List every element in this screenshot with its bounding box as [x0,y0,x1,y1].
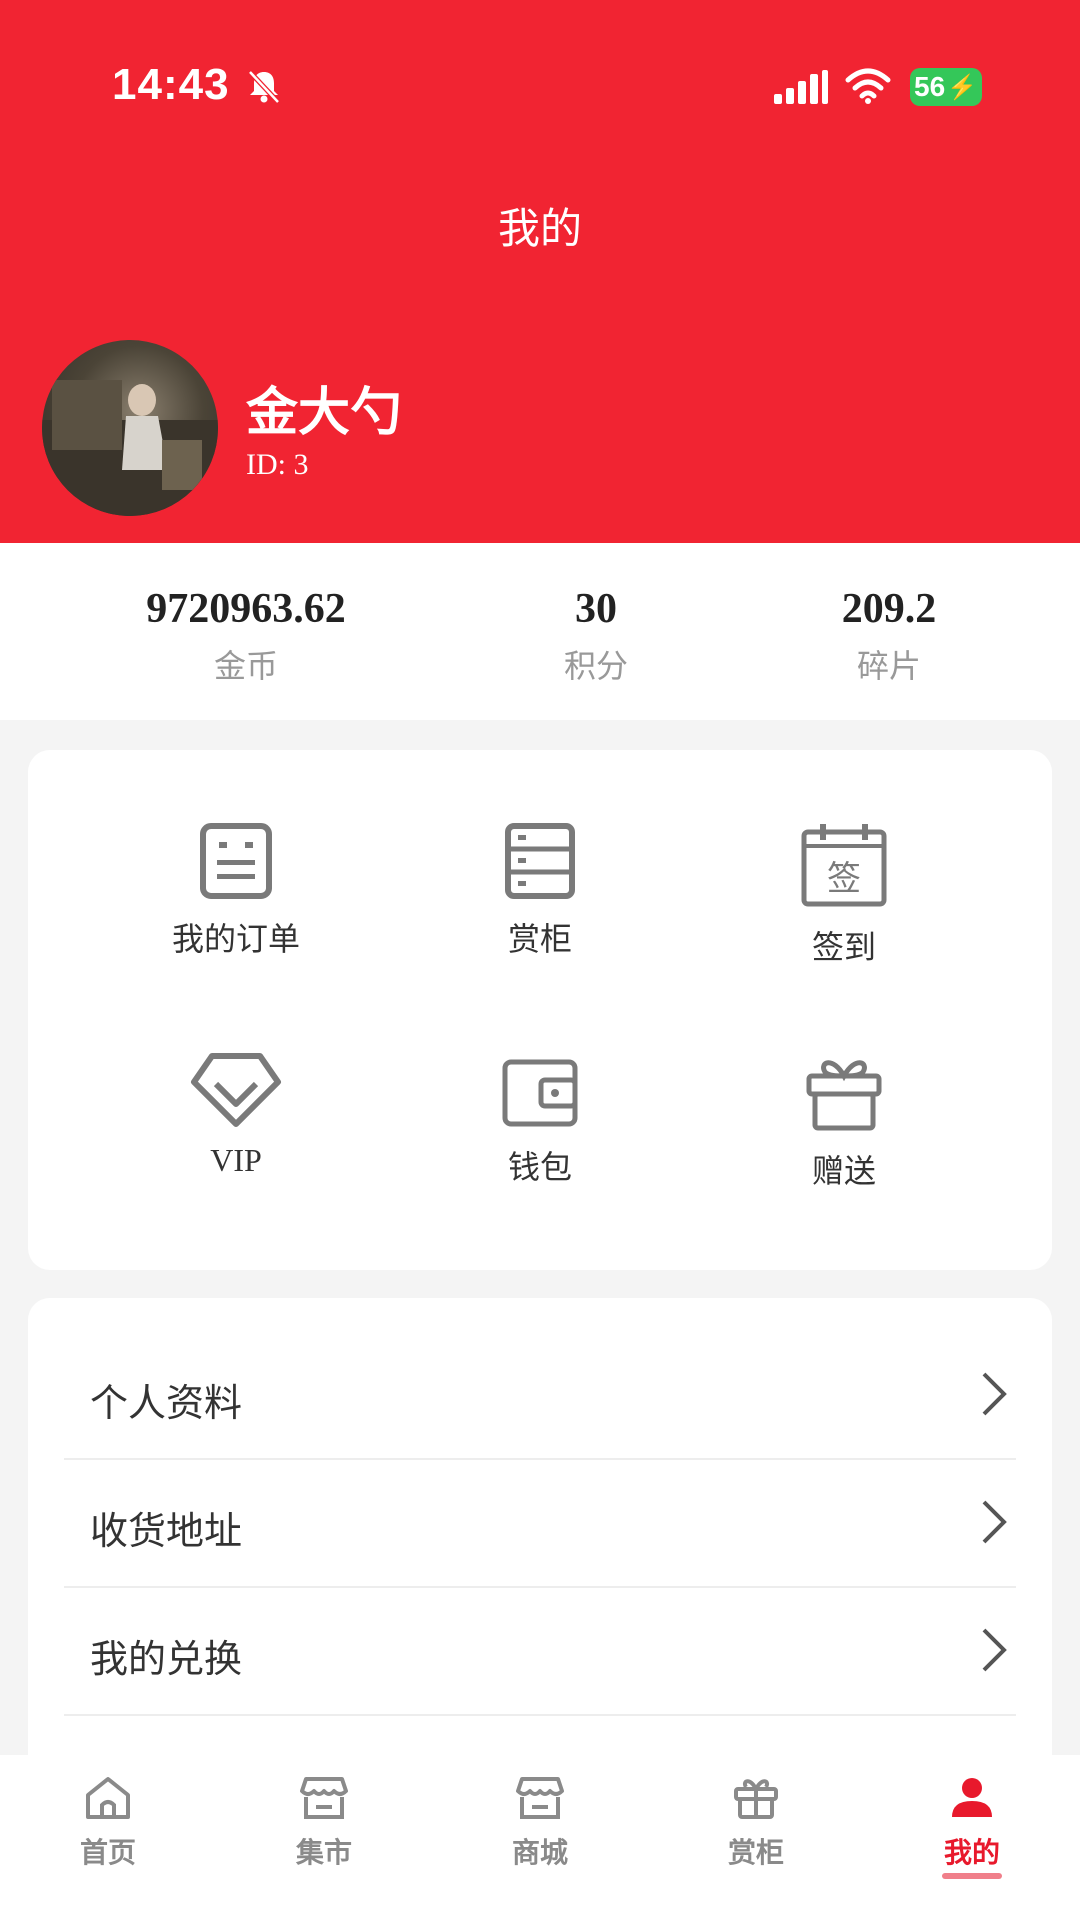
feature-vip[interactable]: VIP [76,1052,396,1179]
mall-icon [516,1777,564,1819]
user-icon [952,1778,992,1817]
feature-cabinet[interactable]: 赏柜 [380,822,700,960]
feature-checkin[interactable]: 签 签到 [684,822,1004,968]
stat-fragments[interactable]: 209.2 碎片 [709,585,1069,687]
chevron-right-icon [982,1372,1007,1416]
profile-header: 14:43 56 ⚡ 我的 金大勺 ID: 3 [0,0,1080,543]
tab-label: 我的 [943,1836,1000,1869]
tab-label: 商城 [511,1836,568,1869]
gift-icon [734,1779,778,1819]
feature-label: VIP [210,1142,262,1178]
battery-indicator: 56 ⚡ [910,68,982,106]
tab-label: 集市 [295,1836,352,1869]
avatar-photo [42,380,218,516]
checkin-icon-text: 签 [827,859,861,899]
vip-diamond-icon [191,1053,281,1127]
tab-home[interactable]: 首页 [0,1775,216,1871]
menu-address[interactable]: 收货地址 [64,1460,1016,1588]
battery-level: 56 [914,71,946,102]
feature-label: 赏柜 [507,920,572,958]
market-icon [300,1777,348,1819]
stat-value: 209.2 [841,586,937,632]
cellular-signal-icon [774,70,828,104]
menu-label: 个人资料 [90,1381,243,1425]
order-icon [200,823,272,899]
stat-coins[interactable]: 9720963.62 金币 [66,585,426,687]
user-name: 金大勺 [246,383,403,443]
feature-gift[interactable]: 赠送 [684,1052,1004,1192]
cabinet-icon [505,823,575,899]
active-tab-indicator [942,1873,1002,1879]
feature-label: 签到 [811,928,876,966]
chevron-right-icon [982,1628,1007,1672]
tab-market[interactable]: 集市 [216,1775,432,1871]
feature-label: 赠送 [811,1152,876,1190]
wifi-icon [845,68,891,104]
bell-muted-icon [248,70,280,104]
bottom-tab-bar: 首页 集市 商城 赏柜 我的 [0,1755,1080,1920]
stats-bar: 9720963.62 金币 30 积分 209.2 碎片 [0,543,1080,720]
stat-value: 9720963.62 [146,586,346,632]
feature-grid: 我的订单 赏柜 签 签到 VIP 钱包 赠送 [28,750,1052,1270]
feature-label: 我的订单 [171,920,300,958]
gift-icon [806,1060,882,1131]
home-icon [86,1777,130,1819]
settings-list: 个人资料 收货地址 我的兑换 [28,1298,1052,1758]
menu-label: 我的兑换 [90,1637,243,1681]
checkin-calendar-icon: 签 [801,824,887,907]
user-id: ID: 3 [246,448,309,481]
stat-label: 金币 [213,647,278,685]
feature-my-orders[interactable]: 我的订单 [76,822,396,960]
tab-mine[interactable]: 我的 [864,1775,1080,1879]
stat-label: 碎片 [856,647,921,685]
feature-wallet[interactable]: 钱包 [380,1058,700,1188]
tab-label: 首页 [79,1836,136,1869]
charging-bolt-icon: ⚡ [947,73,978,101]
menu-exchange[interactable]: 我的兑换 [64,1588,1016,1716]
tab-cabinet[interactable]: 赏柜 [648,1775,864,1871]
feature-label: 钱包 [507,1148,572,1186]
tab-label: 赏柜 [727,1836,784,1869]
avatar[interactable] [42,340,218,516]
status-bar: 14:43 56 ⚡ [0,0,1080,175]
menu-profile[interactable]: 个人资料 [64,1332,1016,1460]
chevron-right-icon [982,1500,1007,1544]
wallet-icon [502,1059,578,1127]
tab-mall[interactable]: 商城 [432,1775,648,1871]
menu-label: 收货地址 [90,1509,243,1553]
status-time: 14:43 [112,60,230,109]
page-title: 我的 [497,204,582,253]
